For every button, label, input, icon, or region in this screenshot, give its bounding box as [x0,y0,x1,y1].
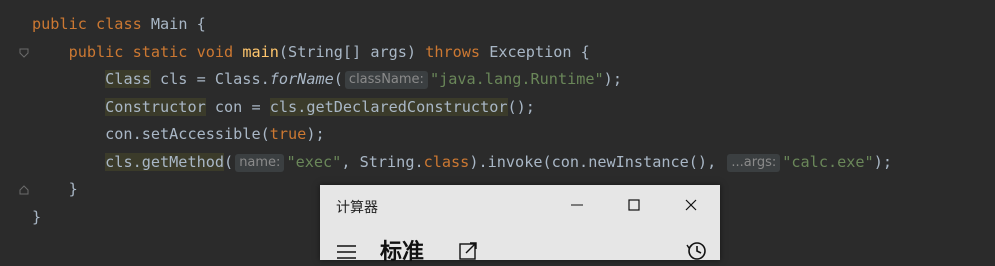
close-icon [676,198,706,212]
code-token: ); [306,125,325,143]
code-token: Main { [150,15,206,33]
maximize-icon [619,198,649,212]
code-token: ); [873,153,892,171]
code-token: ( [224,153,234,171]
code-line-3: Class cls = Class.forName(className: "jav… [32,67,622,91]
code-token: Class [105,70,151,88]
code-token: true [269,125,307,143]
code-token: con = [205,98,270,116]
code-line-2: public static void main(String[] args) t… [32,40,590,64]
minimize-button[interactable] [562,193,592,219]
code-token: public [32,15,97,33]
code-token: class [96,15,151,33]
code-token: forName [269,70,334,88]
code-token: cls = Class. [150,70,270,88]
code-token: (String[] args) [278,43,426,61]
calculator-titlebar[interactable]: 计算器 [320,185,720,227]
code-token: ).invoke(con.newInstance(), [469,153,726,171]
code-token: throws [425,43,490,61]
code-line-8: } [32,205,41,229]
code-token: con.setAccessible( [32,125,270,143]
code-token: , String. [341,153,424,171]
code-line-4: Constructor con = cls.getDeclaredConstru… [32,95,535,119]
parameter-hint: ...args: [727,154,781,172]
code-token: ( [333,70,343,88]
code-line-7: } [32,177,78,201]
calculator-title: 计算器 [336,200,378,216]
minimize-icon [562,198,592,212]
code-token: ); [603,70,622,88]
code-token: class [423,153,470,171]
hamburger-icon[interactable] [336,239,358,261]
code-token: cls.getMethod [105,153,225,171]
history-icon[interactable] [686,239,708,261]
mode-title: 标准 [380,240,425,265]
code-token: "exec" [286,153,342,171]
code-line-5: con.setAccessible(true); [32,122,325,146]
calculator-window[interactable]: 计算器 标准 [320,185,720,265]
code-token: cls.getDeclaredConstructor [269,98,508,116]
calculator-header: 标准 [320,227,720,265]
code-line-6: cls.getMethod(name: "exec", String.class)… [32,150,892,174]
code-token: (); [507,98,535,116]
fold-open-icon[interactable] [18,47,30,59]
close-button[interactable] [676,193,706,219]
maximize-button[interactable] [619,193,649,219]
code-token: Constructor [105,98,206,116]
code-token: } [32,208,42,226]
code-token: void [196,43,243,61]
parameter-hint: name: [235,154,285,172]
code-line-1: public class Main { [32,12,206,36]
code-token: main [242,43,279,61]
code-token: public [32,43,133,61]
fold-close-icon[interactable] [18,184,30,196]
code-token: static [132,43,197,61]
code-token: } [32,180,78,198]
code-token: "java.lang.Runtime" [429,70,604,88]
keep-on-top-icon[interactable] [458,239,480,261]
code-token: Exception { [489,43,590,61]
code-token: "calc.exe" [782,153,874,171]
parameter-hint: className: [344,71,428,89]
